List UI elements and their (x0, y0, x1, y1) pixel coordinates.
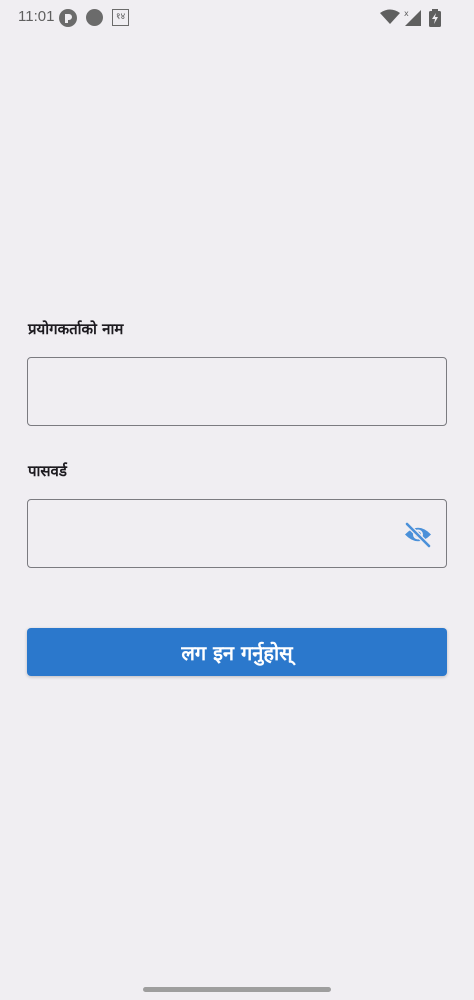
navigation-handle[interactable] (143, 987, 331, 992)
app-r-icon (59, 9, 77, 27)
wifi-icon (380, 9, 400, 29)
username-label: प्रयोगकर्ताको नाम (28, 320, 124, 338)
password-label: पासवर्ड (28, 462, 67, 480)
nepali-number-icon: १४ (112, 9, 129, 26)
signal-icon: x (404, 9, 422, 31)
username-field[interactable] (27, 357, 447, 427)
status-bar: 11:01 १४ x (0, 0, 474, 36)
login-button[interactable]: लग इन गर्नुहोस् (27, 628, 447, 676)
status-time: 11:01 (18, 8, 55, 25)
circle-icon (86, 9, 103, 26)
eye-off-icon[interactable] (403, 521, 433, 549)
svg-text:x: x (404, 9, 409, 18)
battery-charging-icon (429, 9, 441, 31)
password-field[interactable] (27, 499, 447, 569)
username-input[interactable] (42, 358, 396, 427)
password-input[interactable] (42, 500, 396, 569)
